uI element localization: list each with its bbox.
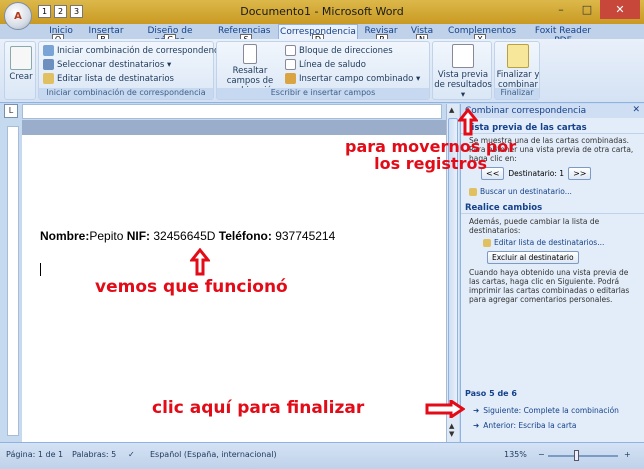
text-cursor <box>40 263 41 276</box>
close-button[interactable]: ✕ <box>600 0 640 19</box>
iniciar-combinacion-button[interactable]: Iniciar combinación de correspondencia ▾ <box>43 45 233 56</box>
highlight-fields-icon <box>243 44 257 64</box>
document-icon <box>43 45 54 56</box>
minimize-button[interactable]: – <box>548 0 574 19</box>
status-bar: Página: 1 de 1 Palabras: 5 ✓ Español (Es… <box>0 442 644 469</box>
zoom-out-icon[interactable]: − <box>538 450 545 459</box>
word-count[interactable]: Palabras: 5 <box>72 450 116 459</box>
proofing-icon[interactable]: ✓ <box>128 450 135 459</box>
next-page-icon[interactable]: ▼ <box>449 430 454 438</box>
ribbon: Crear Iniciar combinación de corresponde… <box>0 39 644 103</box>
previous-step-label: Anterior: Escriba la carta <box>483 421 577 430</box>
horizontal-ruler[interactable] <box>22 104 442 119</box>
label-nombre: Nombre: <box>40 229 90 243</box>
edit-list-label: Editar lista de destinatarios... <box>494 238 605 247</box>
office-button[interactable]: A <box>4 2 32 30</box>
bloque-direcciones-label: Bloque de direcciones <box>299 45 393 56</box>
exclude-recipient-button[interactable]: Excluir al destinatario <box>487 251 579 264</box>
section-preview-heading: Vista previa de las cartas <box>461 123 644 134</box>
bloque-direcciones-button[interactable]: Bloque de direcciones <box>285 45 393 56</box>
insertar-campo-label: Insertar campo combinado ▾ <box>299 73 421 84</box>
edit-list-icon <box>43 73 54 84</box>
next-step-link[interactable]: ➜ Siguiente: Complete la combinación <box>473 406 619 415</box>
seleccionar-destinatarios-label: Seleccionar destinatarios ▾ <box>57 59 172 70</box>
annotation-finish: clic aquí para finalizar <box>152 398 365 418</box>
zoom-slider[interactable] <box>548 455 618 457</box>
address-block-icon <box>285 45 296 56</box>
window-controls: – □ ✕ <box>548 0 640 19</box>
vertical-ruler[interactable] <box>7 126 19 436</box>
seleccionar-destinatarios-button[interactable]: Seleccionar destinatarios ▾ <box>43 59 171 70</box>
insert-field-icon <box>285 73 296 84</box>
tab-foxit[interactable]: Foxit Reader PDF <box>528 24 598 46</box>
label-telefono: Teléfono: <box>218 229 272 243</box>
envelope-icon <box>10 46 32 70</box>
prev-page-icon[interactable]: ▲ <box>449 422 454 430</box>
changes-description: Además, puede cambiar la lista de destin… <box>469 217 600 235</box>
edit-list-icon <box>483 238 491 247</box>
close-pane-icon[interactable]: ✕ <box>632 105 640 115</box>
label-nif: NIF: <box>126 229 151 243</box>
next-recipient-button[interactable]: >> <box>568 167 592 180</box>
crear-button[interactable]: Crear <box>7 46 35 82</box>
annotation-result: vemos que funcionó <box>95 277 288 297</box>
info-description: Cuando haya obtenido una vista previa de… <box>469 268 630 304</box>
next-step-label: Siguiente: Complete la combinación <box>483 406 619 415</box>
arrow-right-icon: ➜ <box>473 406 480 415</box>
vista-previa-button[interactable]: Vista previa de resultados ▾ <box>434 44 492 100</box>
wizard-step: Paso 5 de 6 <box>465 389 517 398</box>
zoom-level[interactable]: 135% <box>504 450 527 459</box>
insertar-campo-button[interactable]: Insertar campo combinado ▾ <box>285 73 420 84</box>
pane-title: Combinar correspondencia ✕ <box>461 104 644 118</box>
edit-list-link[interactable]: Editar lista de destinatarios... <box>461 238 644 247</box>
group-crear: Crear <box>4 41 36 100</box>
group-vista-previa: Vista previa de resultados ▾ <box>432 41 492 100</box>
group-label: Escribir e insertar campos <box>217 88 429 99</box>
value-nif: 32456645D <box>150 229 219 243</box>
preview-results-icon <box>452 44 474 68</box>
pane-title-text: Combinar correspondencia <box>465 106 587 116</box>
group-label: Iniciar combinación de correspondencia <box>39 88 213 99</box>
merged-record-line: Nombre:Pepito NIF: 32456645D Teléfono: 9… <box>40 229 335 243</box>
previous-step-link[interactable]: ➜ Anterior: Escriba la carta <box>473 421 576 430</box>
find-recipient-link[interactable]: Buscar un destinatario... <box>461 187 644 196</box>
group-escribir-insertar: Resaltar campos de combinación Bloque de… <box>216 41 430 100</box>
greeting-line-icon <box>285 59 296 70</box>
group-finalizar: Finalizar y combinar ▾ Finalizar <box>494 41 540 100</box>
value-nombre: Pepito <box>89 229 127 243</box>
recipient-counter: Destinatario: 1 <box>508 169 565 178</box>
crear-label: Crear <box>9 72 33 82</box>
zoom-in-icon[interactable]: + <box>624 450 631 459</box>
find-icon <box>469 187 477 196</box>
linea-saludo-button[interactable]: Línea de saludo <box>285 59 366 70</box>
find-recipient-label: Buscar un destinatario... <box>480 187 572 196</box>
vista-previa-label: Vista previa de resultados ▾ <box>434 70 492 100</box>
arrow-right-icon <box>425 400 465 418</box>
editar-lista-button[interactable]: Editar lista de destinatarios <box>43 73 174 84</box>
finish-merge-icon <box>507 44 529 68</box>
recipients-icon <box>43 59 54 70</box>
arrow-up-icon <box>190 248 210 276</box>
language-indicator[interactable]: Español (España, internacional) <box>150 450 277 459</box>
scroll-up-icon[interactable]: ▲ <box>449 106 454 114</box>
editar-lista-label: Editar lista de destinatarios <box>57 73 174 84</box>
office-button-keytip: A <box>14 10 22 22</box>
zoom-slider-knob[interactable] <box>574 450 579 461</box>
arrow-up-icon <box>458 108 478 136</box>
group-label: Finalizar <box>495 88 539 99</box>
section-changes-heading: Realice cambios <box>461 203 644 214</box>
group-iniciar-combinacion: Iniciar combinación de correspondencia ▾… <box>38 41 233 100</box>
page-indicator[interactable]: Página: 1 de 1 <box>6 450 63 459</box>
iniciar-combinacion-label: Iniciar combinación de correspondencia ▾ <box>57 45 234 56</box>
maximize-button[interactable]: □ <box>574 0 600 19</box>
linea-saludo-label: Línea de saludo <box>299 59 366 70</box>
tab-selector[interactable]: L <box>4 104 18 118</box>
title-bar: 1 2 3 Documento1 - Microsoft Word – □ ✕ <box>0 0 644 24</box>
arrow-left-icon: ➜ <box>473 421 480 430</box>
annotation-navigate: para movernos por los registros <box>345 137 517 173</box>
value-telefono: 937745214 <box>271 229 336 243</box>
